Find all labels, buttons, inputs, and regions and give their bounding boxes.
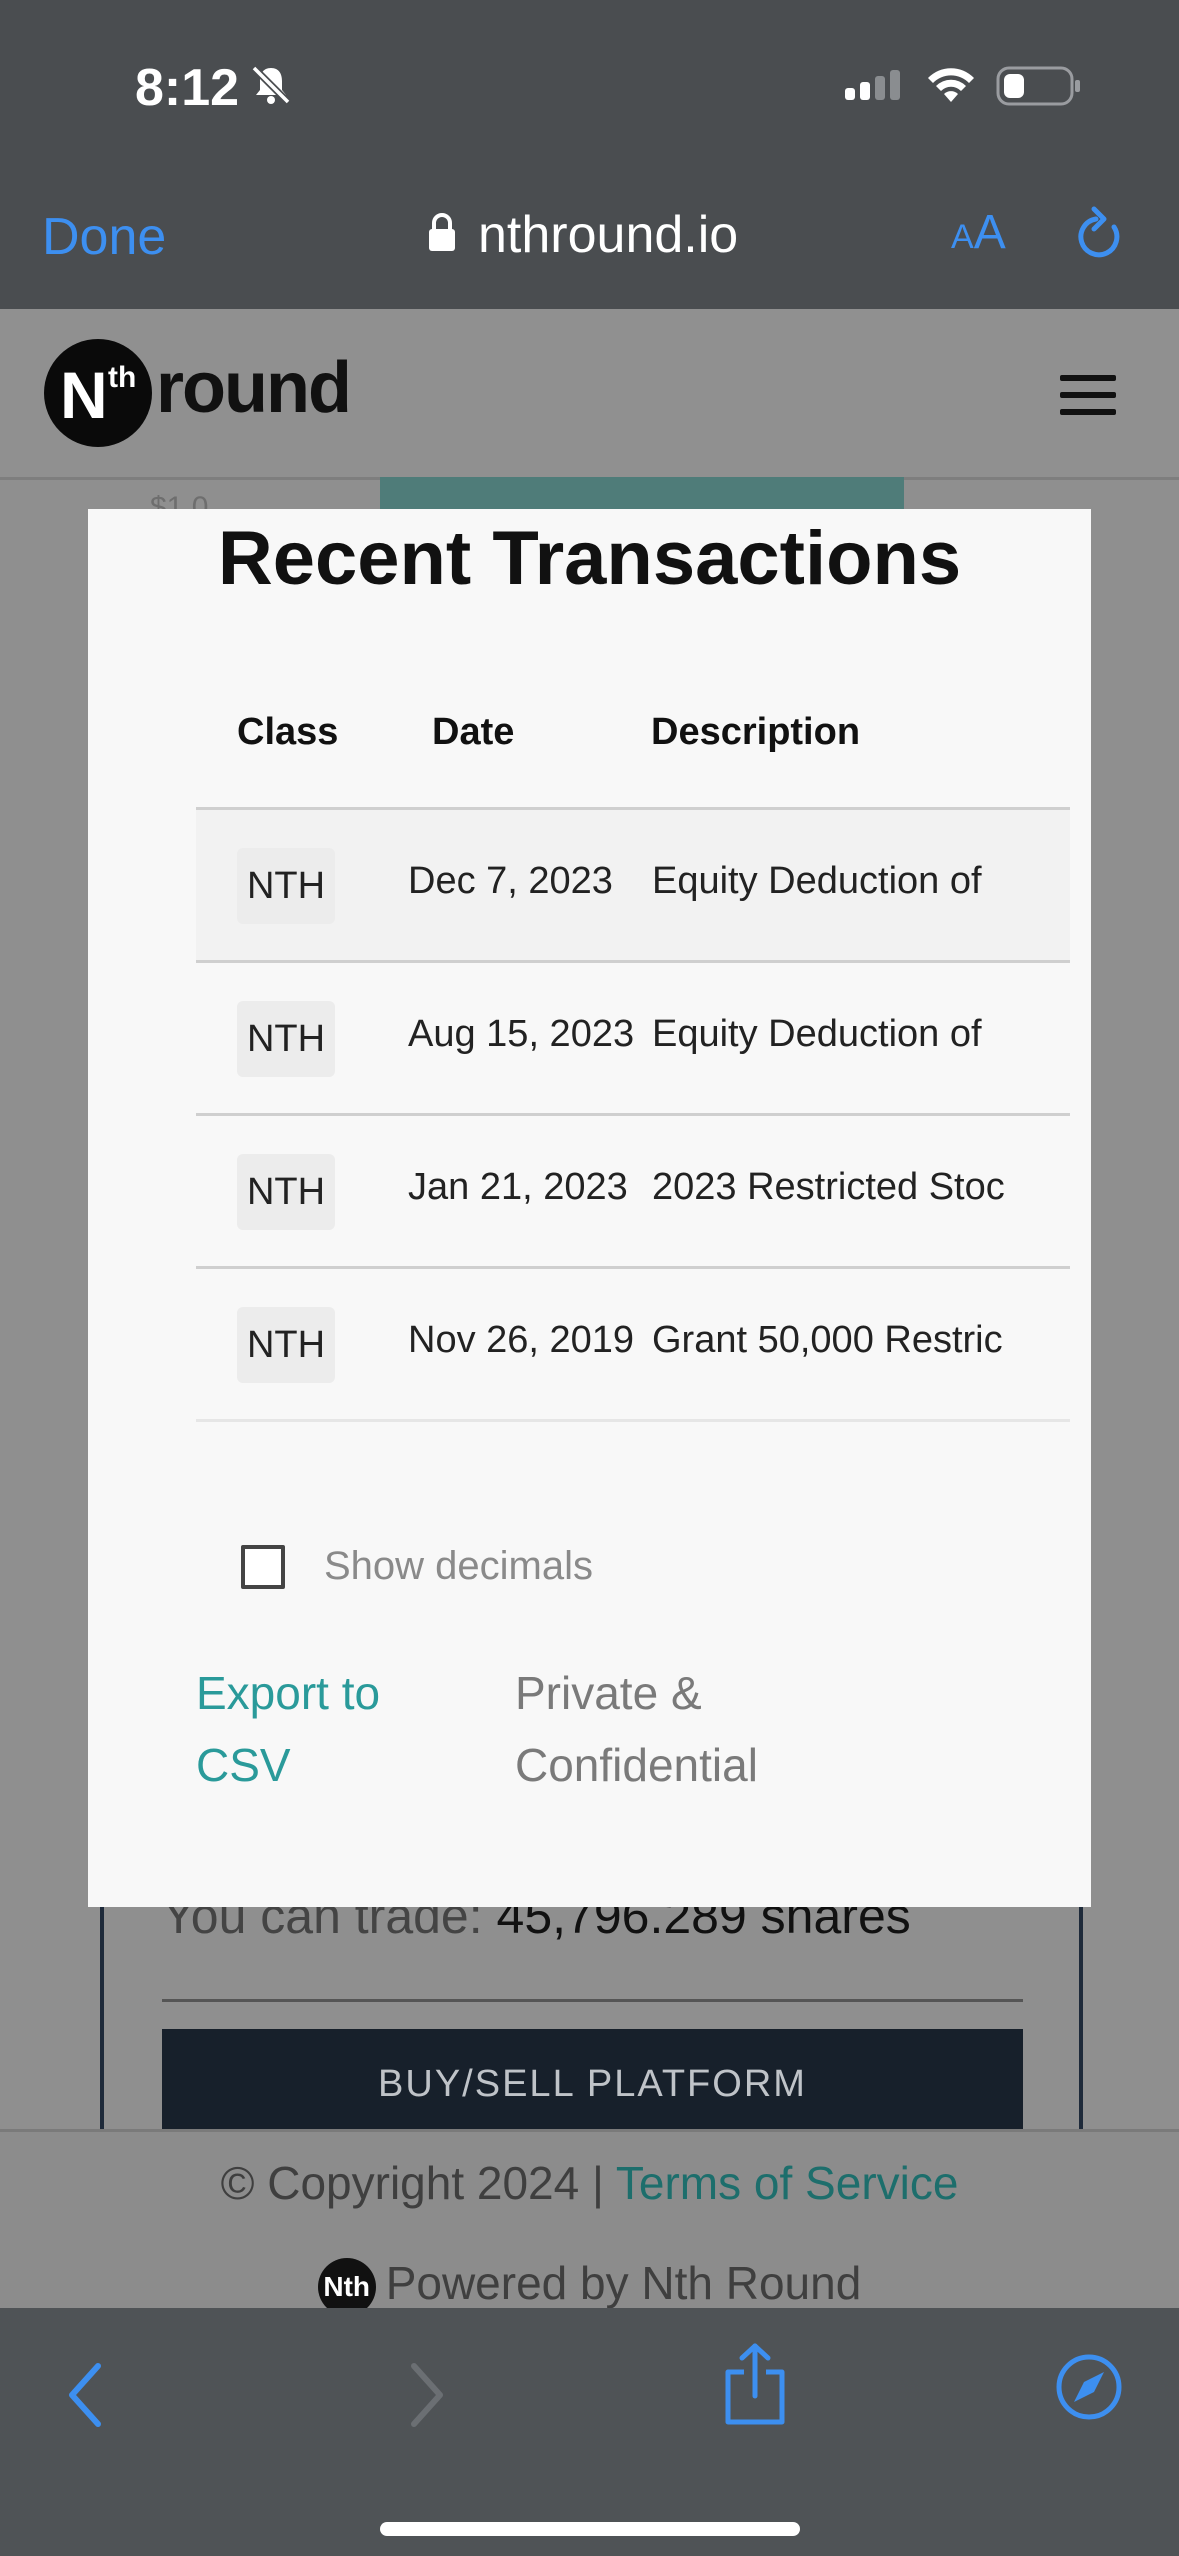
logo-wordmark: round	[156, 348, 352, 428]
url-field[interactable]: nthround.io	[478, 205, 738, 265]
hamburger-menu-icon[interactable]	[1060, 375, 1116, 426]
back-icon[interactable]	[64, 2360, 108, 2430]
bell-muted-icon	[251, 65, 291, 105]
table-row[interactable]: NTH Dec 7, 2023 Equity Deduction of	[196, 810, 1070, 963]
class-badge: NTH	[237, 1307, 335, 1383]
status-bar: 8:12	[0, 0, 1179, 175]
text-size-small: A	[951, 218, 974, 256]
text-size-button[interactable]: AA	[951, 205, 1006, 260]
compass-icon[interactable]	[1054, 2352, 1124, 2422]
confidential-label: Private & Confidential	[515, 1667, 758, 1791]
row-date: Jan 21, 2023	[408, 1166, 628, 1208]
class-badge: NTH	[237, 1001, 335, 1077]
powered-by-text: Powered by Nth Round	[385, 2257, 862, 2309]
column-header-date: Date	[432, 711, 515, 753]
class-badge: NTH	[237, 848, 335, 924]
table-row[interactable]: NTH Nov 26, 2019 Grant 50,000 Restric	[196, 1269, 1070, 1422]
row-description: Equity Deduction of	[652, 1013, 982, 1055]
lock-icon	[429, 213, 455, 251]
export-csv-link[interactable]: Export to CSV	[196, 1657, 426, 1801]
site-logo[interactable]: N th	[44, 339, 152, 447]
text-size-big: A	[973, 206, 1006, 259]
site-footer: © Copyright 2024 | Terms of Service Nth P…	[0, 2129, 1179, 2316]
share-icon[interactable]	[722, 2342, 788, 2426]
row-description: Equity Deduction of	[652, 860, 982, 902]
modal-title: Recent Transactions	[217, 516, 962, 601]
browser-top-bar: Done nthround.io AA	[0, 175, 1179, 309]
cellular-signal-icon	[845, 70, 900, 100]
battery-icon	[996, 66, 1080, 106]
wifi-icon	[928, 68, 974, 102]
logo-letter: N	[60, 358, 108, 432]
terms-of-service-link[interactable]: Terms of Service	[616, 2157, 959, 2209]
buy-sell-button[interactable]: BUY/SELL PLATFORM	[162, 2029, 1023, 2139]
powered-by: Nth Powered by Nth Round	[0, 2256, 1179, 2316]
row-date: Dec 7, 2023	[408, 860, 613, 902]
copyright-text: © Copyright 2024 |	[220, 2157, 604, 2209]
show-decimals-checkbox[interactable]	[241, 1545, 285, 1589]
forward-icon[interactable]	[404, 2360, 448, 2430]
row-date: Aug 15, 2023	[408, 1013, 635, 1055]
reload-icon[interactable]	[1070, 203, 1130, 267]
logo-superscript: th	[108, 361, 137, 394]
divider	[162, 1999, 1023, 2002]
site-header: N th round	[0, 309, 1179, 480]
row-description: Grant 50,000 Restric	[652, 1319, 1003, 1361]
browser-bottom-toolbar	[0, 2308, 1179, 2556]
column-header-description: Description	[651, 711, 861, 753]
column-header-class: Class	[237, 711, 339, 753]
row-date: Nov 26, 2019	[408, 1319, 635, 1361]
status-time: 8:12	[135, 59, 240, 117]
row-description: 2023 Restricted Stoc	[652, 1166, 1005, 1208]
copyright-line: © Copyright 2024 | Terms of Service	[0, 2156, 1179, 2210]
class-badge: NTH	[237, 1154, 335, 1230]
recent-transactions-modal: Recent Transactions Class Date Descripti…	[88, 509, 1091, 1907]
table-row[interactable]: NTH Jan 21, 2023 2023 Restricted Stoc	[196, 1116, 1070, 1269]
table-row[interactable]: NTH Aug 15, 2023 Equity Deduction of	[196, 963, 1070, 1116]
home-indicator	[380, 2522, 800, 2536]
done-button[interactable]: Done	[42, 207, 166, 267]
show-decimals-label[interactable]: Show decimals	[324, 1544, 593, 1589]
